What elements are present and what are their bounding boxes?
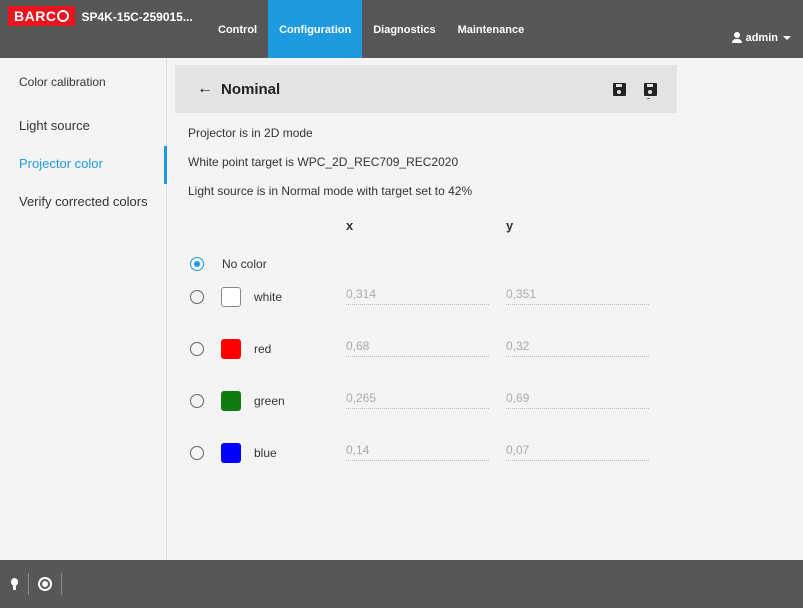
sidebar-item-light-source[interactable]: Light source [0, 108, 166, 146]
blue-x-field[interactable]: 0,14 [346, 439, 489, 461]
no-color-option[interactable]: No color [190, 257, 267, 271]
user-menu[interactable]: admin [731, 0, 803, 58]
no-color-label: No color [222, 257, 267, 271]
sidebar-item-projector-color[interactable]: Projector color [0, 146, 167, 184]
status-bar [0, 560, 803, 608]
blue-swatch [221, 443, 241, 463]
device-name: SP4K-15C-259015... [81, 10, 193, 24]
divider [61, 573, 62, 595]
tab-diagnostics[interactable]: Diagnostics [362, 0, 446, 58]
sidebar: Color calibration Light source Projector… [0, 58, 167, 560]
red-y-field[interactable]: 0,32 [506, 335, 649, 357]
column-header-y: y [506, 218, 514, 233]
green-x-field[interactable]: 0,265 [346, 387, 489, 409]
brand: BARC SP4K-15C-259015... [0, 0, 207, 58]
page-title: Nominal [221, 80, 281, 98]
title-bar: ← Nominal ... [175, 65, 677, 113]
top-bar: BARC SP4K-15C-259015... Control Configur… [0, 0, 803, 58]
user-icon [731, 32, 743, 44]
sidebar-item-verify-corrected-colors[interactable]: Verify corrected colors [0, 184, 166, 222]
save-icon[interactable] [613, 82, 626, 96]
blue-y-field[interactable]: 0,07 [506, 439, 649, 461]
color-row-green: green [190, 391, 285, 411]
light-source-info: Light source is in Normal mode with targ… [188, 184, 473, 198]
tab-maintenance[interactable]: Maintenance [447, 0, 536, 58]
red-x-field[interactable]: 0,68 [346, 335, 489, 357]
tab-control[interactable]: Control [207, 0, 268, 58]
mode-info: Projector is in 2D mode [188, 126, 313, 140]
green-y-field[interactable]: 0,69 [506, 387, 649, 409]
white-x-field[interactable]: 0,314 [346, 283, 489, 305]
red-swatch [221, 339, 241, 359]
barco-logo: BARC [8, 6, 76, 26]
red-label: red [254, 342, 272, 356]
blue-radio[interactable] [190, 446, 204, 460]
light-bulb-icon[interactable] [10, 577, 19, 591]
white-swatch [221, 287, 241, 307]
toolbar: ... [613, 82, 677, 100]
main-panel: ← Nominal ... Projector is in 2D mode Wh… [175, 65, 677, 198]
divider [28, 573, 29, 595]
color-row-white: white [190, 287, 282, 307]
column-header-x: x [346, 218, 354, 233]
color-row-blue: blue [190, 443, 277, 463]
main-nav: Control Configuration Diagnostics Mainte… [207, 0, 535, 58]
user-name: admin [745, 32, 778, 44]
white-radio[interactable] [190, 290, 204, 304]
sidebar-heading: Color calibration [19, 75, 106, 89]
blue-label: blue [254, 446, 277, 460]
white-label: white [254, 290, 283, 304]
green-swatch [221, 391, 241, 411]
white-y-field[interactable]: 0,351 [506, 283, 649, 305]
color-row-red: red [190, 339, 271, 359]
no-color-radio[interactable] [190, 257, 204, 271]
green-radio[interactable] [190, 394, 204, 408]
tab-configuration[interactable]: Configuration [268, 0, 363, 58]
green-label: green [254, 394, 285, 408]
white-point-info: White point target is WPC_2D_REC709_REC2… [188, 155, 459, 169]
back-arrow-icon[interactable]: ← [197, 80, 213, 98]
shutter-icon[interactable] [38, 577, 52, 591]
save-as-icon[interactable]: ... [644, 82, 657, 100]
chevron-down-icon [783, 36, 791, 40]
red-radio[interactable] [190, 342, 204, 356]
